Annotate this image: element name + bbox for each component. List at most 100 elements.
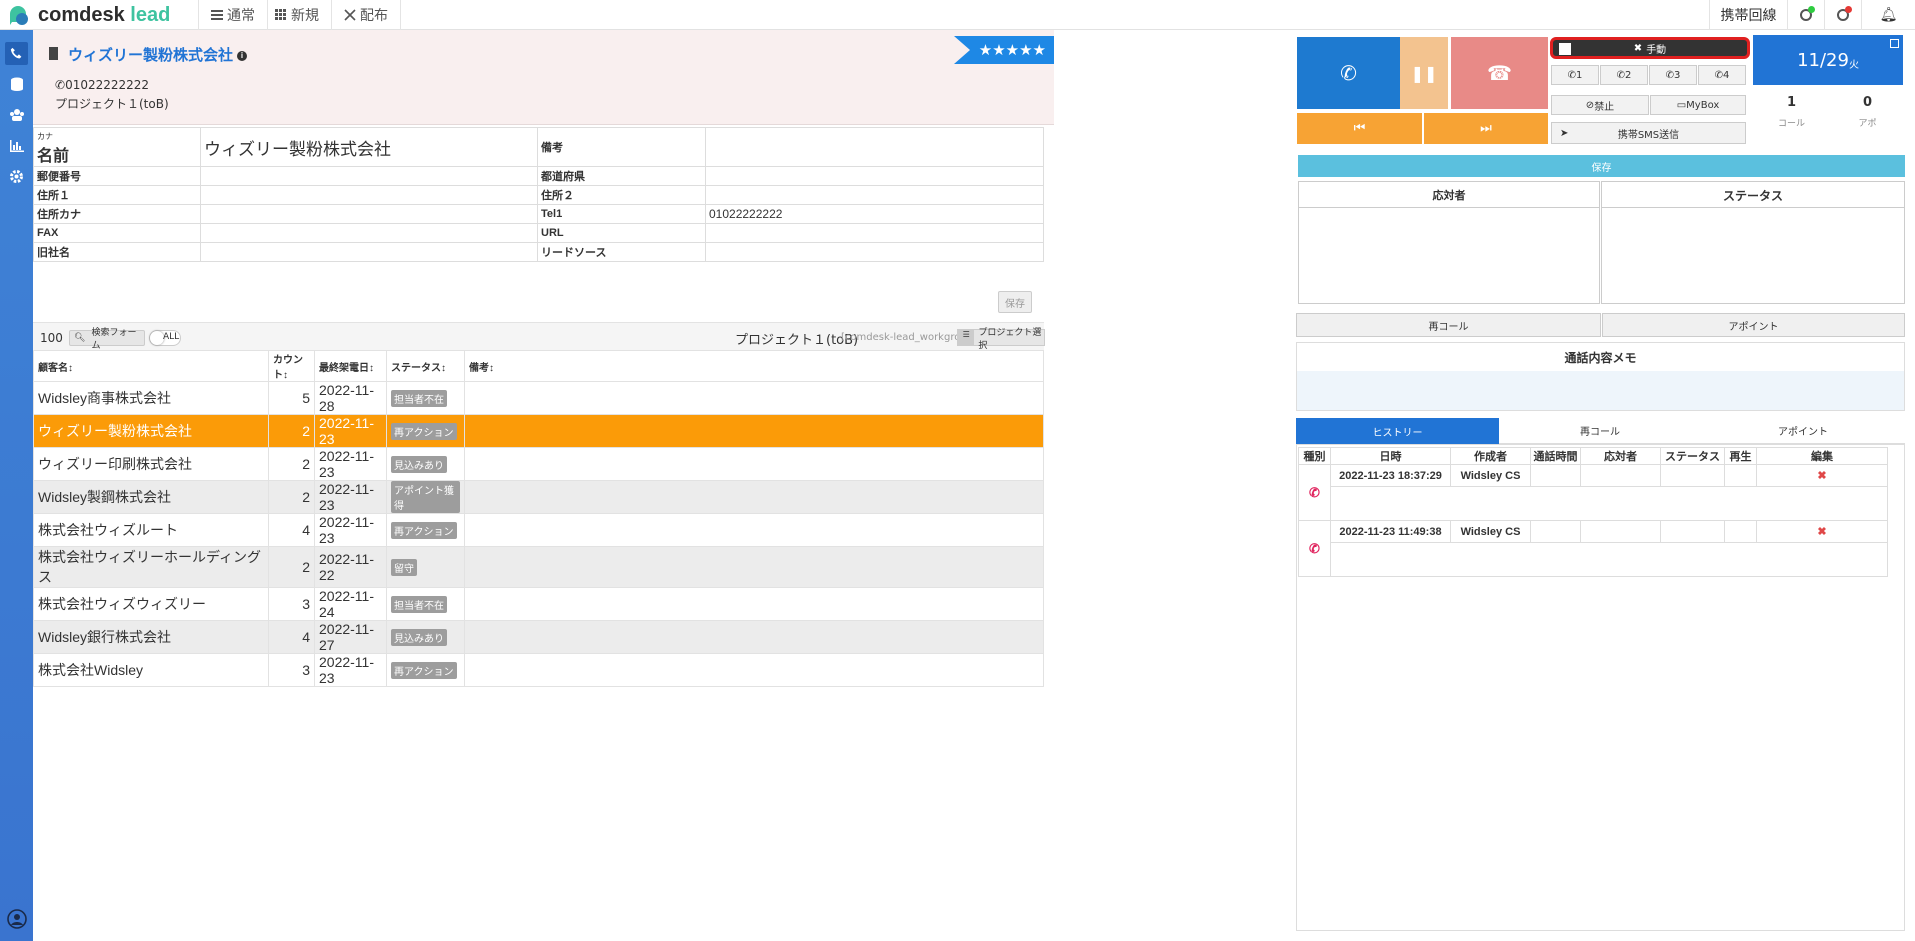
prev-button[interactable]: ⏮︎ (1297, 113, 1422, 144)
appo-count: 0 アポ (1830, 90, 1905, 145)
line-1-button[interactable]: ✆ 1 (1551, 65, 1599, 85)
call-button[interactable]: ✆ (1297, 37, 1400, 109)
calendar-icon[interactable] (1890, 39, 1899, 48)
table-row[interactable]: Widsley銀行株式会社 4 2022-11-27 見込みあり (33, 620, 1044, 654)
row-status: アポイント獲得 (386, 480, 465, 514)
status-badge: アポイント獲得 (391, 481, 460, 513)
old-name-field[interactable] (200, 242, 538, 262)
delete-icon[interactable]: ✖ (1756, 463, 1888, 488)
col-type: 種別 (1298, 447, 1331, 465)
sidebar-chart-icon[interactable] (5, 134, 28, 157)
phone-icon: ✆ (55, 78, 66, 92)
row-name[interactable]: 株式会社ウィズリーホールディングス (33, 546, 269, 588)
manual-checkbox[interactable] (1559, 43, 1571, 55)
name-value[interactable]: ウィズリー製粉株式会社 (200, 127, 538, 167)
mybox-button[interactable]: ▭ MyBox (1650, 95, 1746, 115)
pref-field[interactable] (705, 166, 1044, 186)
line-label: 3 (1674, 69, 1681, 81)
sidebar-phone-icon[interactable] (5, 42, 28, 65)
line-4-button[interactable]: ✆ 4 (1698, 65, 1746, 85)
sidebar-database-icon[interactable] (5, 72, 28, 95)
table-row[interactable]: 株式会社ウィズリーホールディングス 2 2022-11-22 留守 (33, 546, 1044, 588)
tab-recall[interactable]: 再コール (1499, 418, 1701, 444)
table-row[interactable]: ウィズリー印刷株式会社 2 2022-11-23 見込みあり (33, 447, 1044, 481)
hold-button[interactable]: ❚❚ (1400, 37, 1448, 109)
appo-count-label: アポ (1858, 119, 1877, 129)
addr1-field[interactable] (200, 185, 538, 205)
pause-icon: ❚❚ (1410, 63, 1438, 83)
appointment-button[interactable]: アポイント (1602, 313, 1905, 337)
history-memo[interactable] (1330, 486, 1888, 521)
table-row[interactable]: 株式会社ウィズルート 4 2022-11-23 再アクション (33, 513, 1044, 547)
history-row: ✆ 2022-11-23 11:49:38 Widsley CS ✖ (1298, 519, 1888, 577)
call-type-icon: ✆ (1298, 464, 1331, 521)
note-field[interactable] (705, 127, 1044, 167)
hangup-button[interactable]: ☎︎ (1451, 37, 1548, 109)
history-status (1660, 463, 1725, 488)
sidebar (0, 30, 33, 941)
respondent-box[interactable]: 応対者 (1298, 181, 1600, 304)
rating-stars[interactable]: ★★★★★ (954, 36, 1054, 64)
row-name[interactable]: 株式会社ウィズルート (33, 513, 269, 547)
sidebar-users-icon[interactable] (5, 103, 28, 126)
row-name[interactable]: ウィズリー印刷株式会社 (33, 447, 269, 481)
addr2-field[interactable] (705, 185, 1044, 205)
row-count: 2 (268, 447, 315, 481)
recall-button[interactable]: 再コール (1296, 313, 1601, 337)
expand-icon (344, 9, 356, 21)
sidebar-user-avatar-icon[interactable] (5, 907, 28, 930)
row-name[interactable]: 株式会社Widsley (33, 653, 269, 687)
status-box[interactable]: ステータス (1601, 181, 1905, 304)
line-3-button[interactable]: ✆ 3 (1649, 65, 1697, 85)
table-row[interactable]: 株式会社ウィズウィズリー 3 2022-11-24 担当者不在 (33, 587, 1044, 621)
memo-input[interactable] (1297, 371, 1904, 410)
row-name[interactable]: Widsley銀行株式会社 (33, 620, 269, 654)
status-indicator-2[interactable] (1824, 0, 1861, 30)
nav-normal[interactable]: 通常 (198, 0, 268, 30)
notification-button[interactable]: 🔔︎ (1861, 0, 1915, 30)
status-indicator-1[interactable] (1787, 0, 1824, 30)
tab-history[interactable]: ヒストリー (1296, 418, 1499, 444)
sms-label: 携帯SMS送信 (1617, 129, 1680, 141)
table-row[interactable]: Widsley商事株式会社 5 2022-11-28 担当者不在 (33, 381, 1044, 415)
nav-distribute[interactable]: 配布 (332, 0, 401, 30)
history-memo[interactable] (1330, 542, 1888, 577)
line-2-button[interactable]: ✆ 2 (1600, 65, 1648, 85)
sms-button[interactable]: ➤ 携帯SMS送信 (1551, 122, 1746, 144)
tab-appointment[interactable]: アポイント (1701, 418, 1905, 444)
tel1-field[interactable]: 01022222222 (705, 204, 1044, 224)
fax-field[interactable] (200, 223, 538, 243)
search-form-button[interactable]: 🔍︎ 検索フォーム (69, 328, 145, 351)
lead-source-field[interactable] (705, 242, 1044, 262)
row-name[interactable]: Widsley製鋼株式会社 (33, 480, 269, 514)
history-respondent (1580, 519, 1661, 544)
manual-label: 手動 (1646, 44, 1667, 56)
app-logo[interactable]: comdesk lead (8, 3, 170, 27)
row-name[interactable]: Widsley商事株式会社 (33, 381, 269, 415)
mobile-line-button[interactable]: 携帯回線 (1709, 0, 1787, 30)
right-save-button[interactable]: 保存 (1298, 155, 1905, 177)
url-field[interactable] (705, 223, 1044, 243)
manual-toggle[interactable]: ✖ 手動 (1550, 37, 1750, 59)
addr-kana-field[interactable] (200, 204, 538, 224)
next-button[interactable]: ⏭︎ (1424, 113, 1548, 144)
col-status[interactable]: ステータス↕ (386, 350, 465, 382)
project-select-button[interactable]: ☰ プロジェクト選択 (957, 328, 1045, 351)
nav-new-label: 新規 (291, 8, 319, 24)
col-customer-name[interactable]: 顧客名↕ (33, 350, 269, 382)
table-row[interactable]: ウィズリー製粉株式会社 2 2022-11-23 再アクション (33, 414, 1044, 448)
row-name[interactable]: 株式会社ウィズウィズリー (33, 587, 269, 621)
col-last-call[interactable]: 最終架電日↕ (314, 350, 387, 382)
nav-new[interactable]: 新規 (263, 0, 332, 30)
sidebar-settings-icon[interactable] (5, 165, 28, 188)
ban-button[interactable]: ⊘ 禁止 (1551, 95, 1649, 115)
zip-field[interactable] (200, 166, 538, 186)
table-row[interactable]: Widsley製鋼株式会社 2 2022-11-23 アポイント獲得 (33, 480, 1044, 514)
info-icon[interactable]: i (237, 51, 248, 62)
table-row[interactable]: 株式会社Widsley 3 2022-11-23 再アクション (33, 653, 1044, 687)
delete-icon[interactable]: ✖ (1756, 519, 1888, 544)
detail-save-button[interactable]: 保存 (998, 291, 1032, 313)
row-name[interactable]: ウィズリー製粉株式会社 (33, 414, 269, 448)
col-note[interactable]: 備考↕ (464, 350, 1044, 382)
col-count[interactable]: カウント↕ (268, 350, 315, 382)
